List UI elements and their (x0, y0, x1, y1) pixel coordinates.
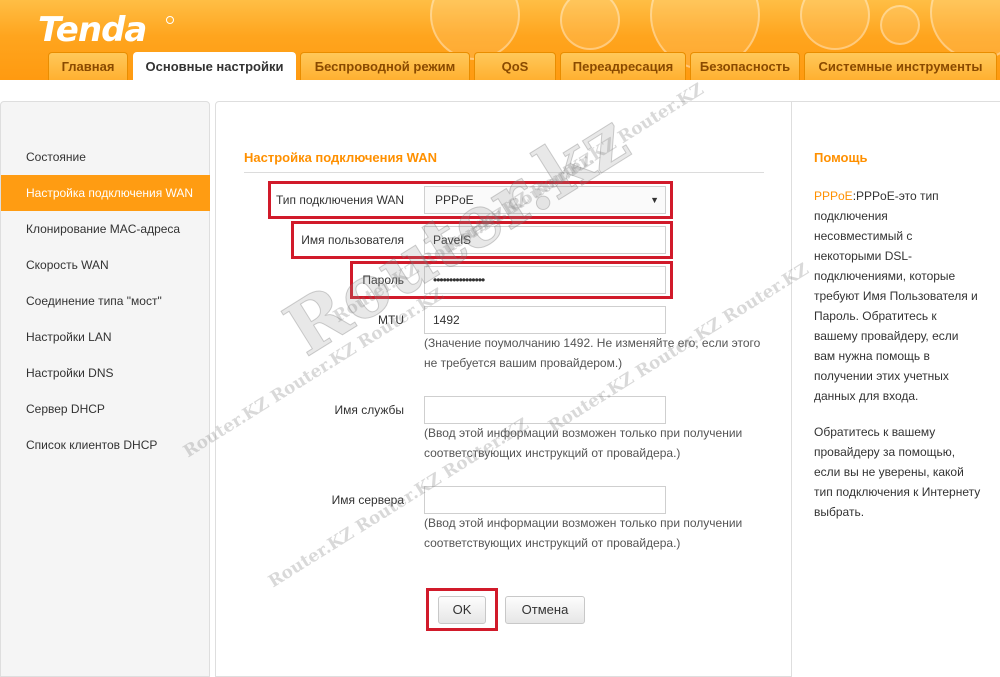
decor-bubble (430, 0, 520, 60)
tab-forwarding[interactable]: Переадресация (560, 52, 686, 80)
highlight-connection-type (268, 181, 673, 219)
help-line: тип подключения к Интернету (814, 485, 981, 499)
wan-settings-panel: Настройка подключения WAN Тип подключени… (215, 101, 792, 677)
mtu-input[interactable]: 1492 (424, 306, 666, 334)
sidebar: Состояние Настройка подключения WAN Клон… (0, 101, 210, 677)
tab-security[interactable]: Безопасность (690, 52, 800, 80)
sidebar-item-mac-clone[interactable]: Клонирование MAC-адреса (1, 211, 210, 247)
tenda-logo: Tenda (38, 10, 147, 50)
mtu-hint-line1: (Значение поумолчанию 1492. Не изменяйте… (424, 336, 761, 350)
help-line: некоторыми DSL- (814, 249, 913, 263)
help-line: вам нужна помощь в (814, 349, 930, 363)
highlight-password (350, 261, 673, 299)
tab-basic-settings[interactable]: Основные настройки (133, 52, 296, 80)
decor-bubble (880, 5, 920, 45)
sidebar-item-dhcp-clients[interactable]: Список клиентов DHCP (1, 427, 210, 463)
main-tabs: Главная Основные настройки Беспроводной … (0, 52, 1000, 80)
help-line: выбрать. (814, 505, 865, 519)
help-line: Пароль. Обратитесь к (814, 309, 937, 323)
mtu-hint-line2: не требуется вашим провайдером.) (424, 356, 623, 370)
sidebar-item-wan-speed[interactable]: Скорость WAN (1, 247, 210, 283)
help-panel: Помощь PPPoE:PPPoE-это тип подключения н… (791, 101, 1000, 677)
help-line: если вы не уверены, какой (814, 465, 964, 479)
tab-qos[interactable]: QoS (474, 52, 556, 80)
tab-system-tools[interactable]: Системные инструменты (804, 52, 997, 80)
decor-bubble (800, 0, 870, 50)
service-name-input[interactable] (424, 396, 666, 424)
server-name-label: Имя сервера (331, 493, 404, 507)
header-banner: Tenda Главная Основные настройки Беспров… (0, 0, 1000, 80)
server-hint-line1: (Ввод этой информации возможен только пр… (424, 516, 743, 530)
server-name-input[interactable] (424, 486, 666, 514)
registered-mark (166, 16, 174, 24)
cancel-button[interactable]: Отмена (505, 596, 585, 624)
help-term: PPPoE (814, 189, 853, 203)
help-line: получении этих учетных (814, 369, 949, 383)
sidebar-item-dhcp-server[interactable]: Сервер DHCP (1, 391, 210, 427)
sidebar-item-dns[interactable]: Настройки DNS (1, 355, 210, 391)
highlight-username (291, 221, 673, 259)
service-hint-line2: соответствующих инструкций от провайдера… (424, 446, 681, 460)
mtu-label: MTU (378, 313, 404, 327)
tab-home[interactable]: Главная (48, 52, 128, 80)
sidebar-item-bridge[interactable]: Соединение типа "мост" (1, 283, 210, 319)
service-name-label: Имя службы (334, 403, 404, 417)
help-line: требуют Имя Пользователя и (814, 289, 978, 303)
decor-bubble (560, 0, 620, 50)
help-line: Обратитесь к вашему (814, 425, 936, 439)
help-line: провайдеру за помощью, (814, 445, 956, 459)
help-paragraph-1: PPPoE:PPPoE-это тип подключения несовмес… (814, 186, 989, 406)
sidebar-item-wan-setup[interactable]: Настройка подключения WAN (1, 175, 210, 211)
help-line: PPPoE:PPPoE-это тип (814, 186, 989, 206)
help-line: вашему провайдеру, если (814, 329, 959, 343)
help-line: подключениями, которые (814, 269, 956, 283)
help-line-text: :PPPoE-это тип (852, 189, 939, 203)
help-line: подключения (814, 209, 888, 223)
page-title: Настройка подключения WAN (244, 150, 437, 165)
server-hint-line2: соответствующих инструкций от провайдера… (424, 536, 681, 550)
help-line: данных для входа. (814, 389, 919, 403)
decor-bubble (930, 0, 1000, 60)
sidebar-item-status[interactable]: Состояние (1, 139, 210, 175)
help-title: Помощь (814, 150, 868, 165)
sidebar-item-lan[interactable]: Настройки LAN (1, 319, 210, 355)
help-line: несовместимый с (814, 229, 913, 243)
help-paragraph-2: Обратитесь к вашему провайдеру за помощь… (814, 422, 989, 522)
service-hint-line1: (Ввод этой информации возможен только пр… (424, 426, 743, 440)
highlight-ok-button (426, 588, 498, 631)
title-divider (244, 172, 764, 173)
tab-wireless[interactable]: Беспроводной режим (300, 52, 470, 80)
